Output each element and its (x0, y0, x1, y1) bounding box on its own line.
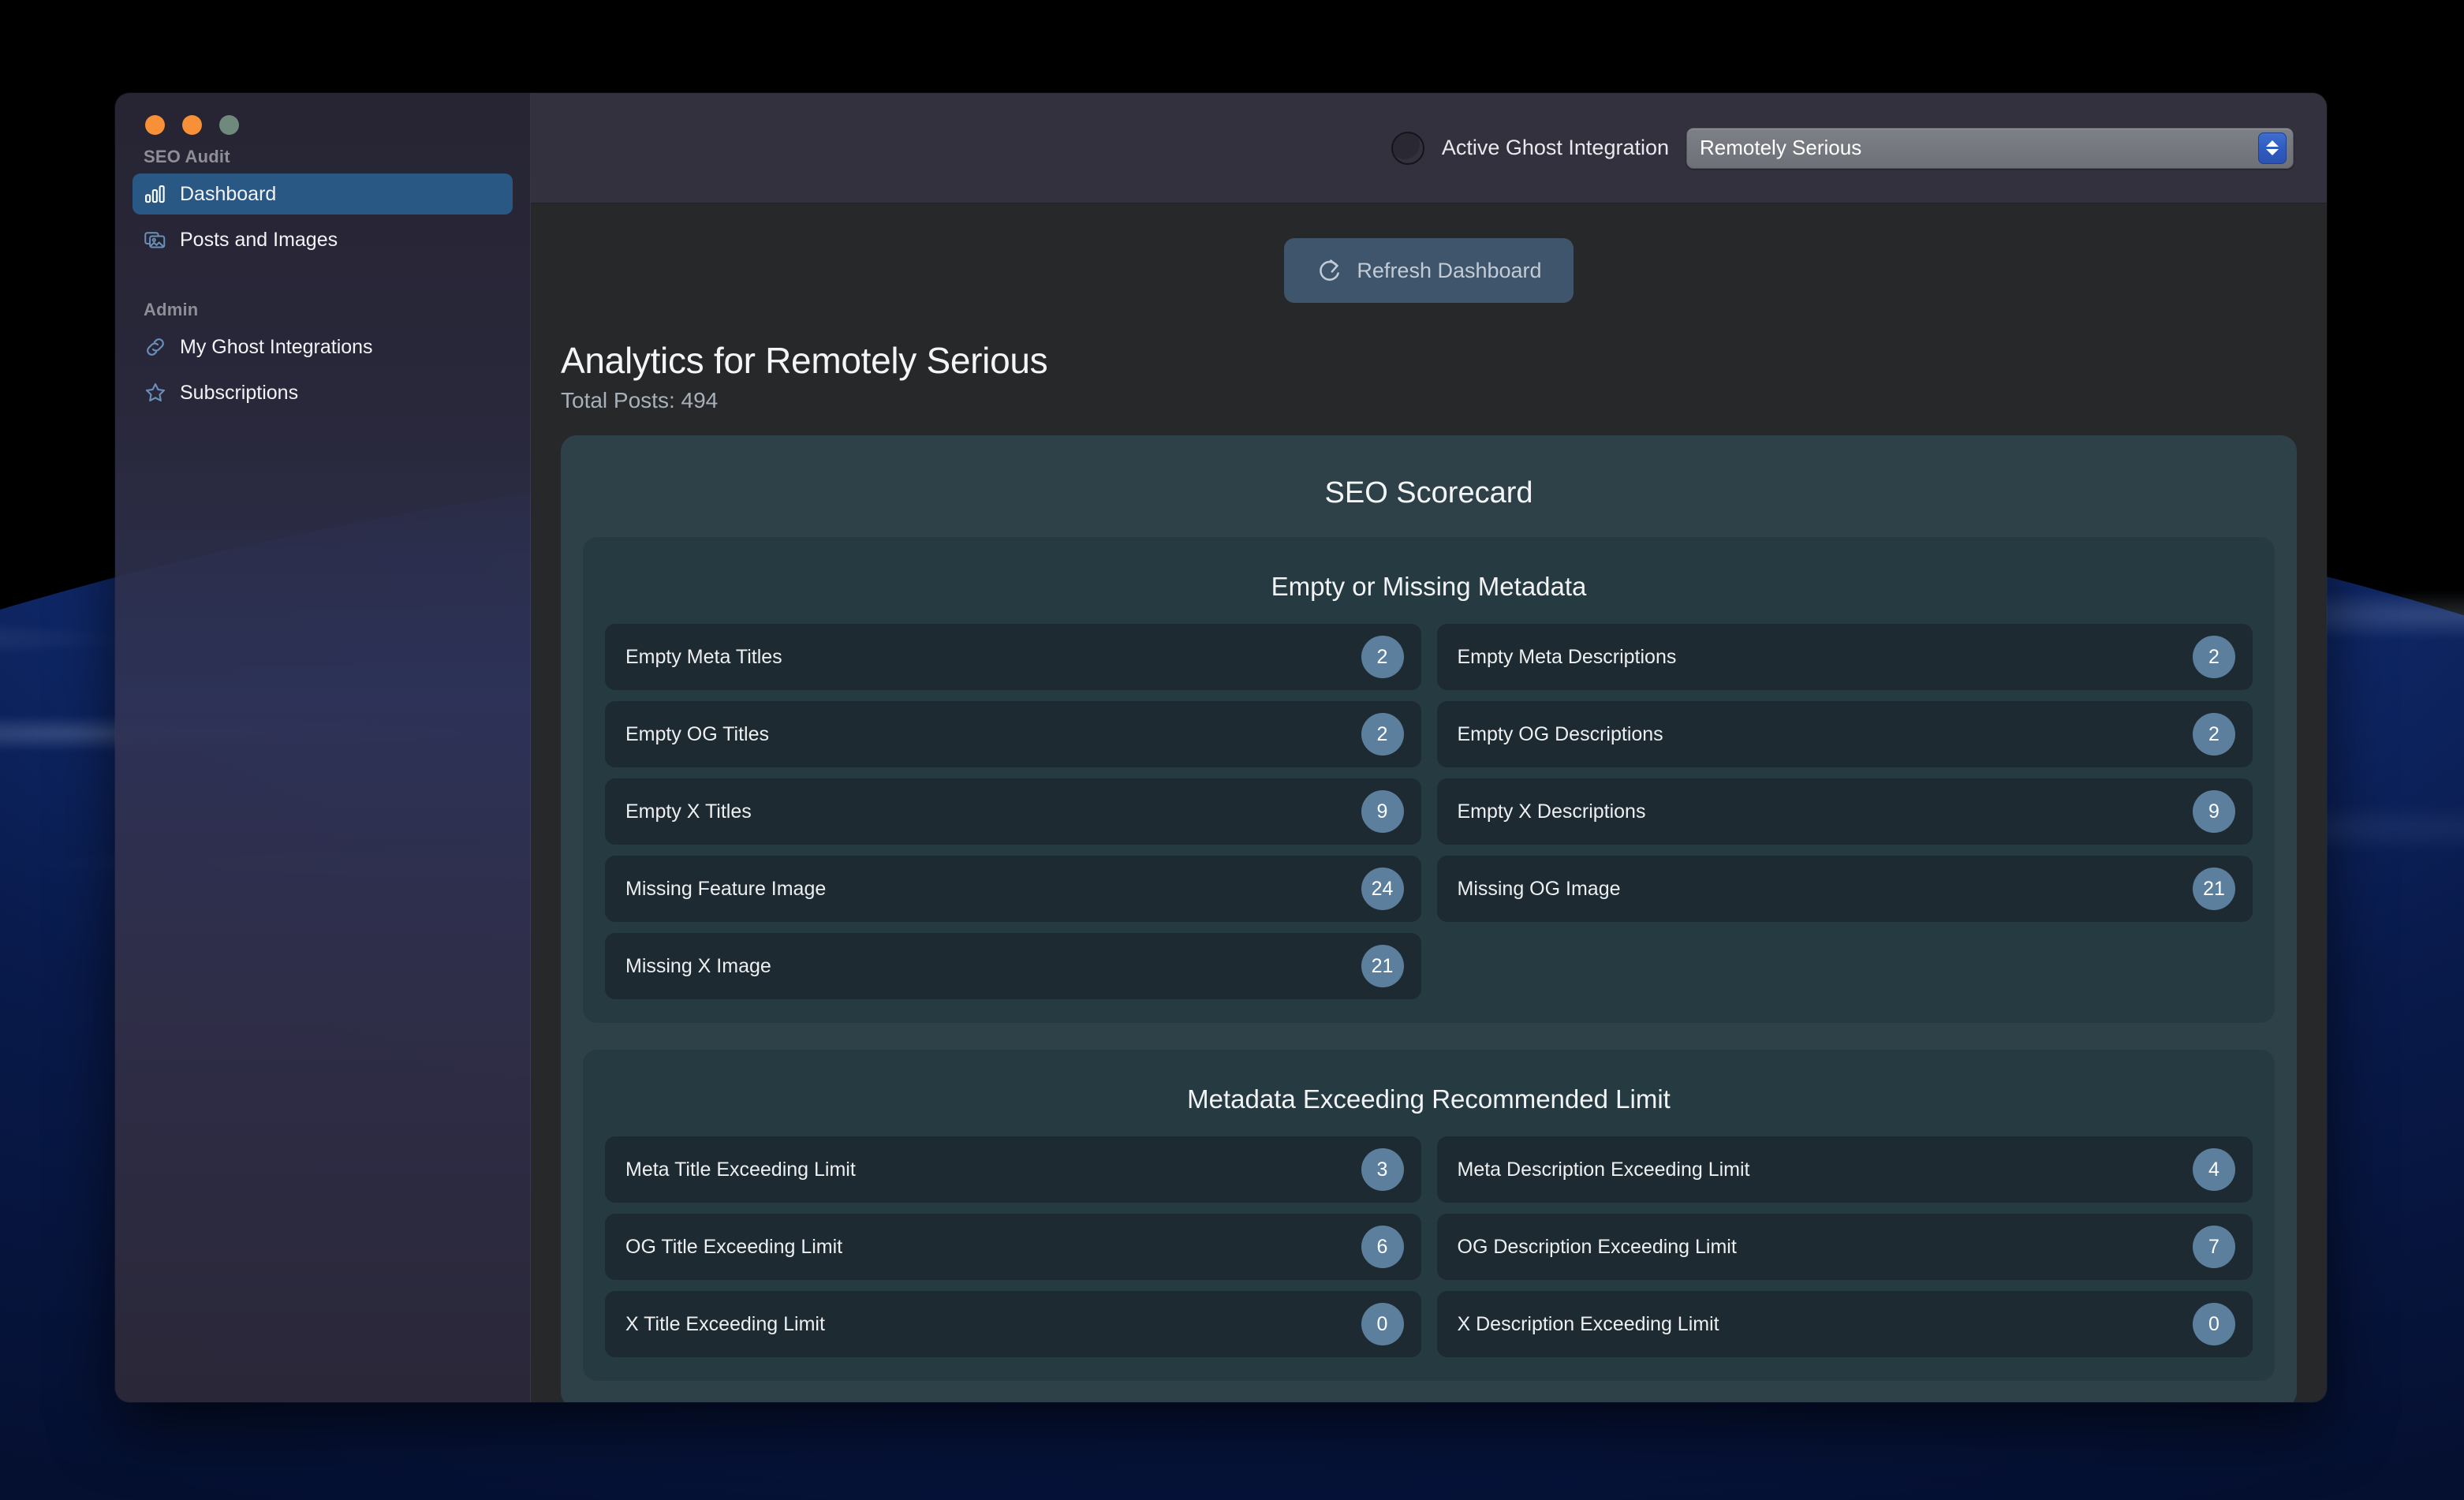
metric-label: Meta Title Exceeding Limit (625, 1158, 856, 1181)
content-area: Refresh Dashboard Analytics for Remotely… (531, 203, 2327, 1402)
metric-grid: Meta Title Exceeding Limit 3 Meta Descri… (605, 1136, 2253, 1357)
integration-select-value: Remotely Serious (1700, 136, 1862, 159)
table-row[interactable]: Empty Meta Descriptions 2 (1436, 624, 2253, 690)
status-badge: 7 (2193, 1226, 2235, 1268)
table-row[interactable]: OG Description Exceeding Limit 7 (1436, 1214, 2253, 1280)
empty-grid-slot (1437, 933, 2253, 999)
scorecard-title: SEO Scorecard (1324, 476, 1533, 509)
metric-label: Empty OG Titles (625, 722, 769, 745)
table-row[interactable]: OG Title Exceeding Limit 6 (605, 1214, 1421, 1280)
active-integration-label: Active Ghost Integration (1441, 136, 1669, 159)
sidebar-item-subscriptions[interactable]: Subscriptions (133, 372, 513, 413)
table-row[interactable]: Missing OG Image 21 (1436, 856, 2253, 922)
status-badge: 2 (1361, 713, 1404, 756)
group-title: Empty or Missing Metadata (1271, 572, 1587, 601)
sidebar-item-dashboard[interactable]: Dashboard (133, 174, 513, 215)
metric-label: Empty Meta Descriptions (1457, 645, 1677, 668)
status-badge: 2 (2193, 636, 2235, 678)
status-badge: 4 (2193, 1148, 2235, 1191)
sidebar-item-label: Subscriptions (180, 381, 299, 404)
metric-label: Missing Feature Image (625, 877, 827, 900)
page-heading-block: Analytics for Remotely Serious Total Pos… (531, 303, 2327, 413)
table-row[interactable]: Empty OG Titles 2 (605, 701, 1421, 767)
metric-grid: Empty Meta Titles 2 Empty Meta Descripti… (605, 624, 2253, 999)
metric-label: Meta Description Exceeding Limit (1457, 1158, 1750, 1181)
toolbar: Active Ghost Integration Remotely Seriou… (531, 93, 2327, 203)
status-badge: 9 (1361, 790, 1404, 833)
seo-scorecard-card: SEO Scorecard Empty or Missing Metadata … (561, 435, 2297, 1402)
star-icon (144, 381, 167, 405)
refresh-dashboard-label: Refresh Dashboard (1357, 258, 1542, 282)
sidebar: SEO Audit Dashboard Posts and Images Adm… (115, 93, 531, 1402)
sidebar-item-label: My Ghost Integrations (180, 335, 373, 358)
close-window-button[interactable] (145, 115, 165, 135)
sidebar-item-label: Posts and Images (180, 228, 338, 251)
refresh-icon (1316, 257, 1342, 284)
main-pane: Active Ghost Integration Remotely Seriou… (531, 93, 2327, 1402)
status-badge: 2 (2193, 713, 2235, 756)
refresh-dashboard-button[interactable]: Refresh Dashboard (1284, 238, 1574, 303)
metric-label: Missing X Image (625, 954, 771, 977)
total-posts-label: Total Posts: 494 (561, 388, 719, 412)
metric-label: Empty Meta Titles (625, 645, 782, 668)
metric-label: X Title Exceeding Limit (625, 1312, 825, 1335)
status-badge: 21 (1361, 945, 1404, 987)
sidebar-item-label: Dashboard (180, 182, 277, 205)
chevron-up-down-icon[interactable] (2258, 132, 2287, 164)
status-badge: 21 (2193, 868, 2235, 910)
page-title: Analytics for Remotely Serious (561, 340, 1048, 381)
table-row[interactable]: Meta Title Exceeding Limit 3 (605, 1136, 1421, 1203)
table-row[interactable]: Empty Meta Titles 2 (605, 624, 1421, 690)
metric-group-empty-or-missing-metadata: Empty or Missing Metadata Empty Meta Tit… (583, 537, 2275, 1023)
metric-label: OG Title Exceeding Limit (625, 1235, 843, 1258)
table-row[interactable]: X Description Exceeding Limit 0 (1436, 1291, 2253, 1357)
sidebar-item-my-ghost-integrations[interactable]: My Ghost Integrations (133, 326, 513, 368)
table-row[interactable]: Missing Feature Image 24 (605, 856, 1421, 922)
window-traffic-lights (133, 93, 513, 142)
status-badge: 0 (2193, 1303, 2235, 1345)
metric-label: Missing OG Image (1457, 877, 1621, 900)
minimize-window-button[interactable] (182, 115, 202, 135)
metric-label: OG Description Exceeding Limit (1457, 1235, 1737, 1258)
integration-select[interactable]: Remotely Serious (1686, 127, 2294, 169)
app-window: SEO Audit Dashboard Posts and Images Adm… (115, 93, 2327, 1402)
zoom-window-button[interactable] (219, 115, 239, 135)
sidebar-section-label-admin: Admin (144, 300, 199, 319)
status-badge: 6 (1361, 1226, 1404, 1268)
link-icon (144, 335, 167, 359)
sidebar-section-label-seo-audit: SEO Audit (144, 147, 230, 166)
table-row[interactable]: Missing X Image 21 (605, 933, 1421, 999)
status-badge: 0 (1361, 1303, 1404, 1345)
table-row[interactable]: Empty X Titles 9 (605, 778, 1421, 845)
status-badge: 9 (2193, 790, 2235, 833)
photos-icon (144, 228, 167, 252)
table-row[interactable]: Empty OG Descriptions 2 (1436, 701, 2253, 767)
refresh-row: Refresh Dashboard (531, 203, 2327, 303)
table-row[interactable]: Meta Description Exceeding Limit 4 (1436, 1136, 2253, 1203)
status-badge: 3 (1361, 1148, 1404, 1191)
bar-chart-icon (144, 182, 167, 206)
group-title: Metadata Exceeding Recommended Limit (1187, 1084, 1671, 1114)
metric-label: X Description Exceeding Limit (1457, 1312, 1719, 1335)
metric-label: Empty X Descriptions (1457, 800, 1646, 823)
metric-label: Empty X Titles (625, 800, 752, 823)
metric-group-metadata-exceeding-limit: Metadata Exceeding Recommended Limit Met… (583, 1050, 2275, 1381)
ghost-status-circle-icon (1391, 131, 1424, 165)
status-badge: 24 (1361, 868, 1404, 910)
metric-label: Empty OG Descriptions (1457, 722, 1663, 745)
table-row[interactable]: Empty X Descriptions 9 (1436, 778, 2253, 845)
sidebar-item-posts-and-images[interactable]: Posts and Images (133, 219, 513, 260)
status-badge: 2 (1361, 636, 1404, 678)
table-row[interactable]: X Title Exceeding Limit 0 (605, 1291, 1421, 1357)
